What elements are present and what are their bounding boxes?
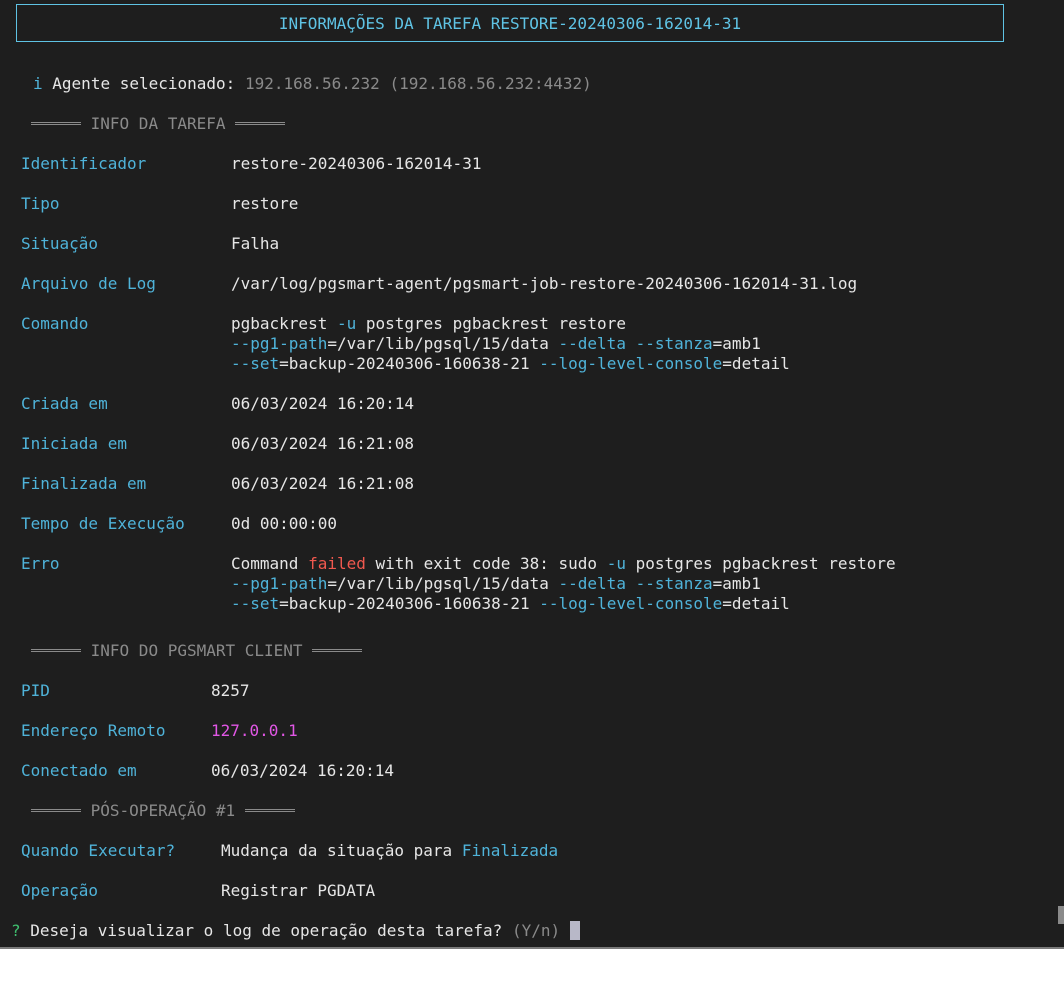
command-text: =/var/lib/pgsql/15/data bbox=[327, 334, 559, 353]
command-text: =backup-20240306-160638-21 bbox=[279, 354, 540, 373]
field-label-endereco-remoto: Endereço Remoto bbox=[21, 721, 166, 740]
section-rule bbox=[312, 649, 363, 652]
task-title: INFORMAÇÕES DA TAREFA RESTORE-20240306-1… bbox=[278, 13, 742, 33]
text-cursor[interactable] bbox=[569, 920, 580, 940]
error-text: =amb1 bbox=[712, 574, 761, 593]
scrollbar-thumb[interactable] bbox=[1058, 906, 1064, 924]
section-heading-label: PÓS-OPERAÇÃO #1 bbox=[90, 801, 236, 820]
command-flag: -u bbox=[336, 314, 357, 333]
section-rule bbox=[244, 809, 295, 812]
field-value-pid: 8257 bbox=[211, 681, 250, 700]
field-value-iniciada-em: 06/03/2024 16:21:08 bbox=[231, 434, 415, 453]
section-rule bbox=[31, 809, 81, 812]
section-heading-client: INFO DO PGSMART CLIENT bbox=[31, 641, 363, 661]
info-icon: i bbox=[33, 74, 43, 93]
field-value-tempo-execucao: 0d 00:00:00 bbox=[231, 514, 337, 533]
error-text: =detail bbox=[722, 594, 790, 613]
command-flag: --set bbox=[231, 354, 280, 373]
prompt-hint: (Y/n) bbox=[511, 921, 561, 940]
command-flag: -u bbox=[606, 554, 626, 573]
field-value-tipo: restore bbox=[231, 194, 299, 213]
agent-line: i Agente selecionado: 192.168.56.232 (19… bbox=[33, 74, 592, 94]
error-text: Command bbox=[231, 554, 309, 573]
field-value-criada-em: 06/03/2024 16:20:14 bbox=[231, 394, 415, 413]
command-flag: --log-level-console bbox=[539, 354, 723, 373]
terminal-window: INFORMAÇÕES DA TAREFA RESTORE-20240306-1… bbox=[0, 0, 1064, 947]
field-label-situacao: Situação bbox=[21, 234, 99, 253]
command-text bbox=[626, 334, 636, 353]
error-text: with exit code 38: sudo bbox=[365, 554, 607, 573]
field-label-comando: Comando bbox=[21, 314, 89, 333]
section-heading-label: INFO DA TAREFA bbox=[90, 114, 226, 133]
field-label-tipo: Tipo bbox=[21, 194, 60, 213]
command-text: =detail bbox=[722, 354, 790, 373]
error-text bbox=[626, 574, 636, 593]
error-line-3: --set=backup-20240306-160638-21 --log-le… bbox=[231, 594, 790, 614]
section-heading-label: INFO DO PGSMART CLIENT bbox=[90, 641, 303, 660]
command-flag: --stanza bbox=[635, 334, 713, 353]
command-text: pgbackrest bbox=[231, 314, 337, 333]
section-heading-post-operation: PÓS-OPERAÇÃO #1 bbox=[31, 801, 295, 821]
command-line-2: --pg1-path=/var/lib/pgsql/15/data --delt… bbox=[231, 334, 761, 354]
error-line-2: --pg1-path=/var/lib/pgsql/15/data --delt… bbox=[231, 574, 761, 594]
quando-highlight: Finalizada bbox=[461, 841, 559, 860]
command-line-1: pgbackrest -u postgres pgbackrest restor… bbox=[231, 314, 626, 334]
error-text: =/var/lib/pgsql/15/data bbox=[327, 574, 559, 593]
field-label-identificador: Identificador bbox=[21, 154, 147, 173]
command-flag: --log-level-console bbox=[539, 594, 723, 613]
command-line-3: --set=backup-20240306-160638-21 --log-le… bbox=[231, 354, 790, 374]
field-label-quando-executar: Quando Executar? bbox=[21, 841, 176, 860]
field-label-iniciada-em: Iniciada em bbox=[21, 434, 127, 453]
command-flag: --set bbox=[231, 594, 280, 613]
command-flag: --pg1-path bbox=[231, 334, 328, 353]
error-text: postgres pgbackrest restore bbox=[625, 554, 896, 573]
field-label-finalizada-em: Finalizada em bbox=[21, 474, 147, 493]
command-flag: --stanza bbox=[635, 574, 713, 593]
field-label-arquivo-log: Arquivo de Log bbox=[21, 274, 156, 293]
error-failed-word: failed bbox=[308, 554, 366, 573]
prompt-question: Deseja visualizar o log de operação dest… bbox=[30, 921, 503, 940]
field-value-endereco-remoto: 127.0.0.1 bbox=[211, 721, 298, 740]
command-flag: --pg1-path bbox=[231, 574, 328, 593]
error-line-1: Command failed with exit code 38: sudo -… bbox=[231, 554, 896, 574]
agent-value: 192.168.56.232 (192.168.56.232:4432) bbox=[244, 74, 592, 93]
field-label-tempo-execucao: Tempo de Execução bbox=[21, 514, 185, 533]
agent-label: Agente selecionado: bbox=[52, 74, 236, 93]
field-value-quando-executar: Mudança da situação para Finalizada bbox=[221, 841, 558, 861]
command-text: postgres pgbackrest restore bbox=[356, 314, 626, 333]
quando-text: Mudança da situação para bbox=[221, 841, 462, 860]
field-value-arquivo-log: /var/log/pgsmart-agent/pgsmart-job-resto… bbox=[231, 274, 858, 293]
field-value-identificador: restore-20240306-162014-31 bbox=[231, 154, 482, 173]
section-rule bbox=[31, 122, 81, 125]
confirm-prompt[interactable]: ? Deseja visualizar o log de operação de… bbox=[11, 920, 580, 941]
field-label-conectado-em: Conectado em bbox=[21, 761, 137, 780]
field-label-operacao: Operação bbox=[21, 881, 99, 900]
section-rule bbox=[235, 122, 286, 125]
section-heading-task: INFO DA TAREFA bbox=[31, 114, 286, 134]
window-bottom-border bbox=[0, 947, 1064, 949]
field-value-finalizada-em: 06/03/2024 16:21:08 bbox=[231, 474, 415, 493]
field-label-criada-em: Criada em bbox=[21, 394, 108, 413]
command-text: =amb1 bbox=[712, 334, 761, 353]
prompt-question-icon: ? bbox=[11, 921, 21, 940]
error-text: =backup-20240306-160638-21 bbox=[279, 594, 540, 613]
section-rule bbox=[31, 649, 81, 652]
field-label-erro: Erro bbox=[21, 554, 60, 573]
field-label-pid: PID bbox=[21, 681, 50, 700]
command-flag: --delta bbox=[558, 574, 626, 593]
command-flag: --delta bbox=[558, 334, 626, 353]
field-value-operacao: Registrar PGDATA bbox=[221, 881, 376, 900]
field-value-situacao: Falha bbox=[231, 234, 280, 253]
field-value-conectado-em: 06/03/2024 16:20:14 bbox=[211, 761, 395, 780]
task-title-box: INFORMAÇÕES DA TAREFA RESTORE-20240306-1… bbox=[16, 4, 1004, 42]
